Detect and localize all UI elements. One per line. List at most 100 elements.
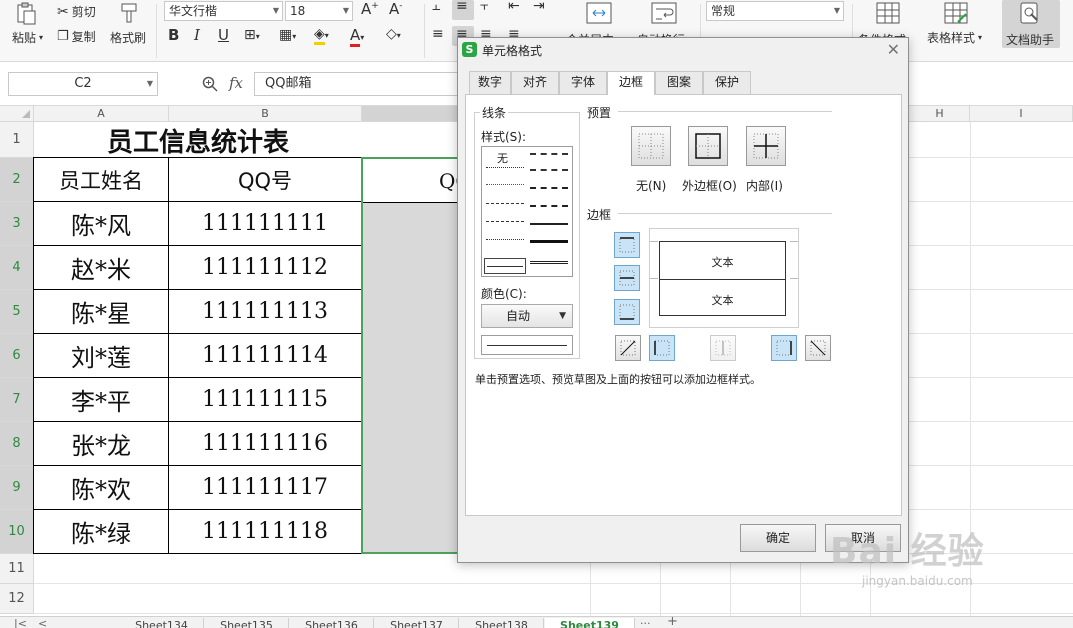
border-preview[interactable]: 文本 文本 [649, 228, 799, 328]
line-style-option[interactable] [486, 184, 524, 185]
cell-c2[interactable]: QQ [363, 159, 472, 203]
paste-label[interactable]: 粘贴 ▾ [12, 29, 43, 46]
preset-inside-button[interactable] [746, 126, 786, 166]
cut-button[interactable]: ✂ 剪切 [57, 3, 96, 20]
cell-name[interactable]: 陈*星 [34, 290, 169, 334]
cell-name[interactable]: 陈*欢 [34, 466, 169, 510]
row-header-12[interactable]: 12 [0, 584, 34, 614]
cell-name[interactable]: 陈*绿 [34, 510, 169, 554]
bold-icon[interactable]: B [168, 26, 179, 44]
ok-button[interactable]: 确定 [740, 524, 816, 552]
clear-format-icon[interactable]: ◇▾ [386, 26, 401, 42]
sheet-tab[interactable]: Sheet134 [120, 618, 204, 628]
preset-none-button[interactable] [631, 126, 671, 166]
line-style-option[interactable] [530, 240, 568, 243]
decrease-font-icon[interactable]: A- [389, 0, 403, 18]
header-cell-name[interactable]: 员工姓名 [34, 158, 169, 202]
merge-center-icon[interactable] [586, 2, 612, 24]
cell-qq[interactable]: 111111113 [169, 290, 362, 334]
tab-border[interactable]: 边框 [607, 71, 655, 95]
line-style-option[interactable] [530, 205, 568, 207]
fx-icon[interactable]: fx [229, 74, 243, 92]
sheet-tab[interactable]: Sheet138 [460, 618, 544, 628]
align-top-icon[interactable]: ⫠ [432, 0, 440, 14]
column-header-a[interactable]: A [34, 106, 169, 122]
sheet-tab-active[interactable]: Sheet139 [545, 618, 635, 628]
border-middle-v-button[interactable] [710, 335, 736, 361]
format-painter-icon[interactable] [118, 2, 140, 24]
align-left-icon[interactable]: ≡ [432, 26, 444, 42]
zoom-search-icon[interactable] [202, 76, 218, 95]
tab-protection[interactable]: 保护 [703, 71, 751, 94]
doc-assistant-icon[interactable] [1019, 2, 1041, 26]
cell-name[interactable]: 李*平 [34, 378, 169, 422]
cell-qq[interactable]: 111111115 [169, 378, 362, 422]
row-header-8[interactable]: 8 [0, 422, 34, 466]
line-style-option[interactable] [530, 169, 568, 171]
tab-pattern[interactable]: 图案 [655, 71, 703, 94]
align-bottom-icon[interactable]: ⫟ [480, 0, 488, 14]
doc-assistant-button[interactable]: 文档助手 [1006, 31, 1054, 48]
select-all-corner[interactable] [0, 106, 34, 122]
indent-decrease-icon[interactable]: ⇤ [508, 0, 520, 14]
cell-qq[interactable]: 111111117 [169, 466, 362, 510]
line-style-option[interactable] [530, 187, 568, 189]
dialog-titlebar[interactable]: S 单元格格式 ✕ [458, 38, 908, 62]
table-style-icon[interactable] [944, 2, 968, 24]
row-header-3[interactable]: 3 [0, 202, 34, 246]
line-style-none[interactable]: 无 [497, 150, 508, 166]
cell-name[interactable]: 赵*米 [34, 246, 169, 290]
line-style-option[interactable] [530, 153, 568, 155]
preset-outline-button[interactable] [688, 126, 728, 166]
formula-input[interactable]: QQ邮箱 [254, 72, 464, 96]
row-header-10[interactable]: 10 [0, 510, 34, 554]
cell-qq[interactable]: 111111112 [169, 246, 362, 290]
sheet-tab[interactable]: Sheet136 [290, 618, 374, 628]
tab-alignment[interactable]: 对齐 [511, 71, 559, 94]
font-name-select[interactable]: 华文行楷 ▼ [164, 1, 283, 21]
line-style-option[interactable] [530, 261, 568, 264]
line-style-list[interactable]: 无 [481, 146, 573, 277]
row-header-5[interactable]: 5 [0, 290, 34, 334]
line-style-option[interactable] [530, 223, 568, 225]
tab-font[interactable]: 字体 [559, 71, 607, 94]
cell-qq[interactable]: 111111114 [169, 334, 362, 378]
prev-sheet-icon[interactable]: < [38, 617, 47, 628]
line-style-option[interactable] [486, 167, 524, 168]
italic-icon[interactable]: I [194, 26, 200, 44]
cell-qq[interactable]: 111111116 [169, 422, 362, 466]
border-top-button[interactable] [614, 232, 640, 258]
wrap-text-icon[interactable] [651, 2, 677, 24]
align-middle-icon[interactable]: ≡ [456, 0, 468, 14]
indent-increase-icon[interactable]: ⇥ [533, 0, 545, 14]
tab-number[interactable]: 数字 [469, 71, 511, 94]
line-style-option[interactable] [486, 203, 524, 204]
increase-font-icon[interactable]: A+ [361, 0, 379, 18]
paste-button[interactable] [14, 2, 38, 26]
row-header-9[interactable]: 9 [0, 466, 34, 510]
add-sheet-button[interactable]: + [667, 617, 678, 628]
name-box[interactable]: C2 ▼ [8, 72, 158, 96]
number-format-select[interactable]: 常规 ▼ [706, 1, 844, 21]
cell-name[interactable]: 陈*风 [34, 202, 169, 246]
line-color-select[interactable]: 自动 ▼ [481, 304, 573, 328]
border-bottom-button[interactable] [614, 299, 640, 325]
row-header-6[interactable]: 6 [0, 334, 34, 378]
table-title[interactable]: 员工信息统计表 [34, 122, 362, 158]
cell-qq[interactable]: 111111111 [169, 202, 362, 246]
border-middle-h-button[interactable] [614, 265, 640, 291]
table-style-button[interactable]: 表格样式 ▾ [927, 29, 982, 46]
column-header-i[interactable]: I [970, 106, 1073, 122]
border-diag-up-button[interactable] [615, 335, 641, 361]
sheet-tab[interactable]: Sheet137 [375, 618, 459, 628]
copy-button[interactable]: ❐ 复制 [57, 28, 96, 45]
selected-range[interactable]: QQ [361, 157, 472, 554]
row-header-2[interactable]: 2 [0, 158, 34, 202]
column-header-b[interactable]: B [169, 106, 362, 122]
format-painter-button[interactable]: 格式刷 [110, 29, 146, 46]
border-right-button[interactable] [771, 335, 797, 361]
cancel-button[interactable]: 取消 [825, 524, 901, 552]
cell-qq[interactable]: 111111118 [169, 510, 362, 554]
fill-color-icon[interactable]: ◈▾ [314, 26, 329, 45]
underline-icon[interactable]: U [218, 26, 229, 44]
